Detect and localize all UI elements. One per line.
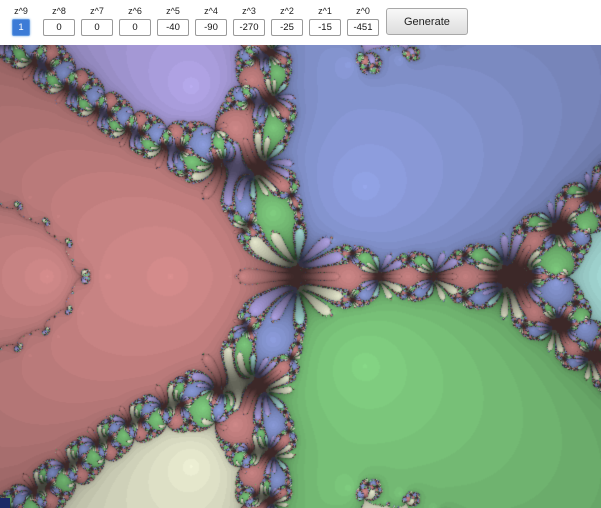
coefficient-field-z5: z^5 xyxy=(154,3,192,36)
coefficient-input-z3[interactable] xyxy=(233,19,265,36)
coefficient-field-z8: z^8 xyxy=(40,3,78,36)
coefficient-toolbar: z^9 z^8 z^7 z^6 z^5 z^4 z^3 z^2 z^1 z^0 … xyxy=(0,0,601,45)
coefficient-field-z4: z^4 xyxy=(192,3,230,36)
coefficient-field-z3: z^3 xyxy=(230,3,268,36)
coefficient-input-z2[interactable] xyxy=(271,19,303,36)
coefficient-label-z5: z^5 xyxy=(166,6,180,16)
coefficient-label-z6: z^6 xyxy=(128,6,142,16)
coefficient-field-z0: z^0 xyxy=(344,3,382,36)
coefficient-field-z2: z^2 xyxy=(268,3,306,36)
coefficient-field-z9: z^9 xyxy=(2,3,40,36)
coefficient-label-z3: z^3 xyxy=(242,6,256,16)
coefficient-field-z1: z^1 xyxy=(306,3,344,36)
coefficient-label-z4: z^4 xyxy=(204,6,218,16)
fractal-stage xyxy=(0,45,601,508)
coefficient-label-z8: z^8 xyxy=(52,6,66,16)
coefficient-label-z0: z^0 xyxy=(356,6,370,16)
generate-button[interactable]: Generate xyxy=(386,8,468,35)
coefficient-input-z6[interactable] xyxy=(119,19,151,36)
coefficient-input-z5[interactable] xyxy=(157,19,189,36)
coefficient-label-z9: z^9 xyxy=(14,6,28,16)
coefficient-label-z7: z^7 xyxy=(90,6,104,16)
coefficient-input-z8[interactable] xyxy=(43,19,75,36)
bottom-left-corner-square xyxy=(0,498,10,508)
fractal-canvas xyxy=(0,45,601,508)
coefficient-label-z2: z^2 xyxy=(280,6,294,16)
coefficient-field-z7: z^7 xyxy=(78,3,116,36)
coefficient-label-z1: z^1 xyxy=(318,6,332,16)
coefficient-input-z0[interactable] xyxy=(347,19,379,36)
coefficient-input-z4[interactable] xyxy=(195,19,227,36)
coefficient-input-z1[interactable] xyxy=(309,19,341,36)
coefficient-input-z9[interactable] xyxy=(12,19,30,36)
coefficient-field-z6: z^6 xyxy=(116,3,154,36)
coefficient-input-z7[interactable] xyxy=(81,19,113,36)
